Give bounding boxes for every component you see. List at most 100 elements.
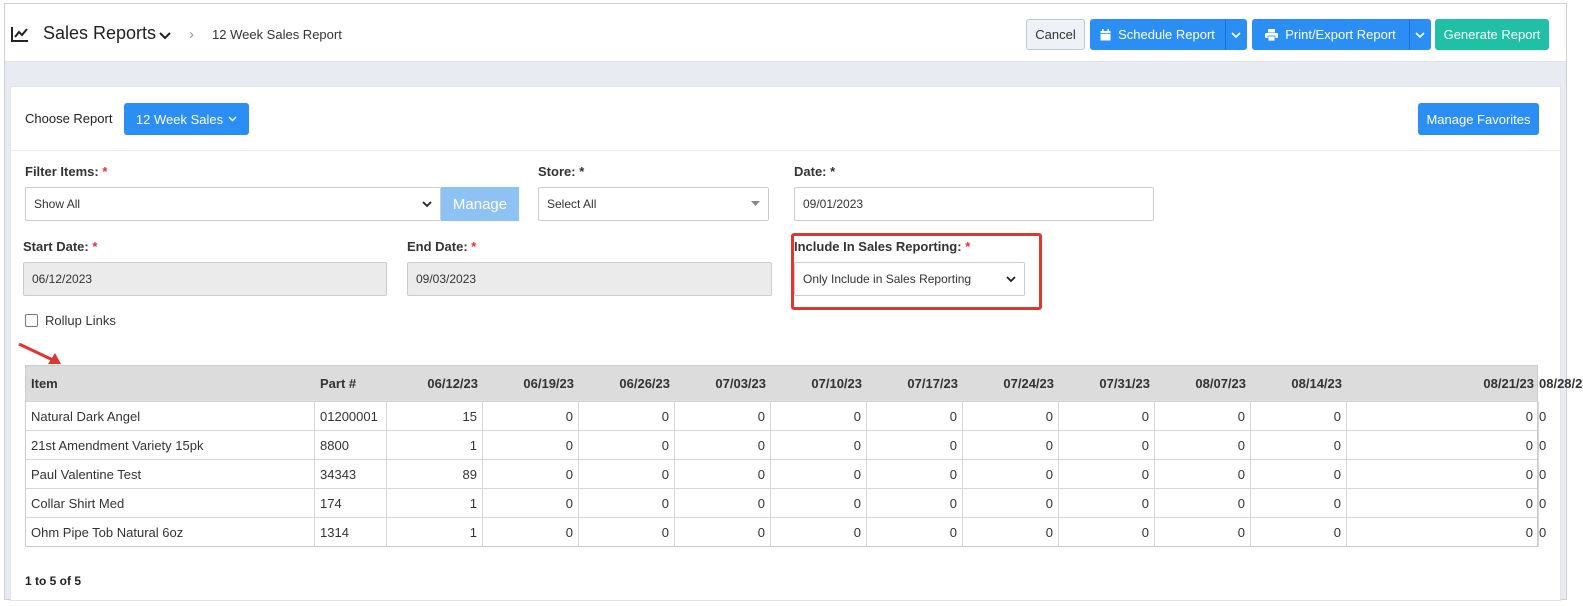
week-sales-cell: 0 (1347, 489, 1539, 518)
table-row[interactable]: Paul Valentine Test 34343 89 0 0 0 0 0 0 0 0 0 0 0 (26, 459, 1546, 489)
week-sales-cell: 0 (963, 402, 1059, 431)
week-sales-cell: 0 (483, 518, 579, 547)
week-sales-cell: 15 (387, 402, 483, 431)
generate-report-button[interactable]: Generate Report (1435, 19, 1549, 50)
column-header[interactable]: 07/31/23 (1059, 366, 1155, 401)
report-panel: Choose Report 12 Week Sales Manage Favor… (10, 86, 1583, 601)
rollup-links-checkbox[interactable] (25, 314, 38, 327)
week-sales-cell: 0 (771, 460, 867, 489)
include-sales-select[interactable]: Only Include in Sales Reporting (794, 262, 1025, 296)
app-frame: Sales Reports › 12 Week Sales Report Can… (4, 3, 1583, 601)
column-header[interactable]: 07/17/23 (867, 366, 963, 401)
calendar-icon (1100, 28, 1111, 40)
week-sales-cell: 0 (1059, 402, 1155, 431)
item-cell: 21st Amendment Variety 15pk (26, 431, 315, 460)
item-cell: Natural Dark Angel (26, 402, 315, 431)
column-header[interactable]: 06/19/23 (483, 366, 579, 401)
page-header: Sales Reports › 12 Week Sales Report Can… (5, 4, 1566, 62)
printer-icon (1265, 28, 1279, 41)
column-header[interactable]: Part # (315, 366, 387, 401)
include-sales-value: Only Include in Sales Reporting (803, 272, 972, 286)
week-sales-cell: 0 (1347, 431, 1539, 460)
week-sales-cell: 0 (579, 460, 675, 489)
chevron-down-icon (228, 116, 237, 122)
week-sales-cell: 1 (387, 489, 483, 518)
column-header[interactable]: Item (26, 366, 315, 401)
week-sales-cell: 0 (867, 518, 963, 547)
chevron-down-icon[interactable] (159, 32, 171, 40)
column-header[interactable]: 07/10/23 (771, 366, 867, 401)
week-sales-cell: 0 (1347, 518, 1539, 547)
column-header[interactable]: 08/28/23 (1539, 366, 1583, 401)
print-export-button[interactable]: Print/Export Report (1252, 19, 1409, 50)
week-sales-cell: 0 (963, 460, 1059, 489)
breadcrumb: 12 Week Sales Report (212, 27, 342, 42)
manage-favorites-button[interactable]: Manage Favorites (1418, 103, 1539, 135)
week-sales-cell: 0 (963, 431, 1059, 460)
arrow-annotation-icon (18, 342, 61, 364)
filter-items-select[interactable]: Show All (25, 187, 441, 221)
week-sales-cell: 0 (1347, 460, 1539, 489)
week-sales-cell: 0 (1539, 496, 1547, 511)
week-sales-cell: 0 (771, 489, 867, 518)
store-value: Select All (547, 197, 597, 211)
week-sales-cell: 0 (675, 402, 771, 431)
part-number-cell: 8800 (315, 431, 387, 460)
item-cell: Ohm Pipe Tob Natural 6oz (26, 518, 315, 547)
week-sales-cell: 0 (675, 460, 771, 489)
week-sales-cell: 0 (963, 489, 1059, 518)
week-sales-cell: 0 (867, 460, 963, 489)
choose-report-dropdown[interactable]: 12 Week Sales (124, 103, 249, 135)
table-row[interactable]: 21st Amendment Variety 15pk 8800 1 0 0 0 0 0 0 0 0… (26, 430, 1546, 460)
week-sales-cell: 0 (1059, 489, 1155, 518)
manage-filter-button[interactable]: Manage (441, 187, 519, 221)
week-sales-cell: 0 (675, 489, 771, 518)
item-cell: Paul Valentine Test (26, 460, 315, 489)
week-sales-cell: 0 (1155, 402, 1251, 431)
column-header[interactable]: 07/24/23 (963, 366, 1059, 401)
week-sales-cell: 0 (1539, 438, 1547, 453)
week-sales-cell: 0 (483, 431, 579, 460)
chevron-down-icon (422, 201, 432, 208)
column-header[interactable]: 06/12/23 (387, 366, 483, 401)
table-row[interactable]: Natural Dark Angel 01200001 15 0 0 0 0 0 0 0 0 0 0 0 (26, 401, 1546, 431)
week-sales-cell: 0 (1251, 431, 1347, 460)
week-sales-cell: 0 (963, 518, 1059, 547)
chevron-down-icon (1006, 276, 1016, 283)
chevron-down-icon (1231, 31, 1241, 38)
table-header: Item Part #06/12/23 06/19/23 06/26/23 07/03/… (26, 366, 1583, 401)
column-header[interactable]: 07/03/23 (675, 366, 771, 401)
end-date-input: 09/03/2023 (407, 262, 772, 296)
column-header[interactable]: 08/21/23 (1347, 366, 1539, 401)
schedule-report-dropdown[interactable] (1225, 19, 1247, 50)
week-sales-cell: 0 (1155, 489, 1251, 518)
column-header[interactable]: 08/14/23 (1251, 366, 1347, 401)
week-sales-cell: 0 (1155, 518, 1251, 547)
schedule-report-label: Schedule Report (1118, 27, 1215, 42)
table-row[interactable]: Ohm Pipe Tob Natural 6oz 1314 1 0 0 0 0 0 0 0 0 0 0 0 (26, 517, 1546, 547)
divider (11, 150, 1560, 151)
week-sales-cell: 0 (867, 489, 963, 518)
store-label: Store: * (538, 164, 585, 179)
schedule-report-button[interactable]: Schedule Report (1090, 19, 1225, 50)
week-sales-cell: 89 (387, 460, 483, 489)
column-header[interactable]: 08/07/23 (1155, 366, 1251, 401)
selected-report-label: 12 Week Sales (135, 111, 224, 127)
line-chart-icon (11, 27, 28, 42)
week-sales-cell: 0 (1155, 431, 1251, 460)
filter-items-value: Show All (34, 197, 81, 211)
week-sales-cell: 0 (579, 489, 675, 518)
week-sales-cell: 0 (579, 518, 675, 547)
cancel-button[interactable]: Cancel (1026, 19, 1085, 50)
print-export-dropdown[interactable] (1409, 19, 1431, 50)
date-label: Date: * (794, 164, 836, 179)
store-select[interactable]: Select All (538, 187, 769, 221)
part-number-cell: 34343 (315, 460, 387, 489)
table-row[interactable]: Collar Shirt Med 174 1 0 0 0 0 0 0 0 0 0 0 0 (26, 488, 1546, 518)
week-sales-cell: 0 (675, 518, 771, 547)
rollup-links-label: Rollup Links (45, 313, 116, 328)
week-sales-cell: 0 (483, 402, 579, 431)
column-header[interactable]: 06/26/23 (579, 366, 675, 401)
week-sales-cell: 0 (1347, 402, 1539, 431)
date-input[interactable]: 09/01/2023 (794, 187, 1154, 221)
